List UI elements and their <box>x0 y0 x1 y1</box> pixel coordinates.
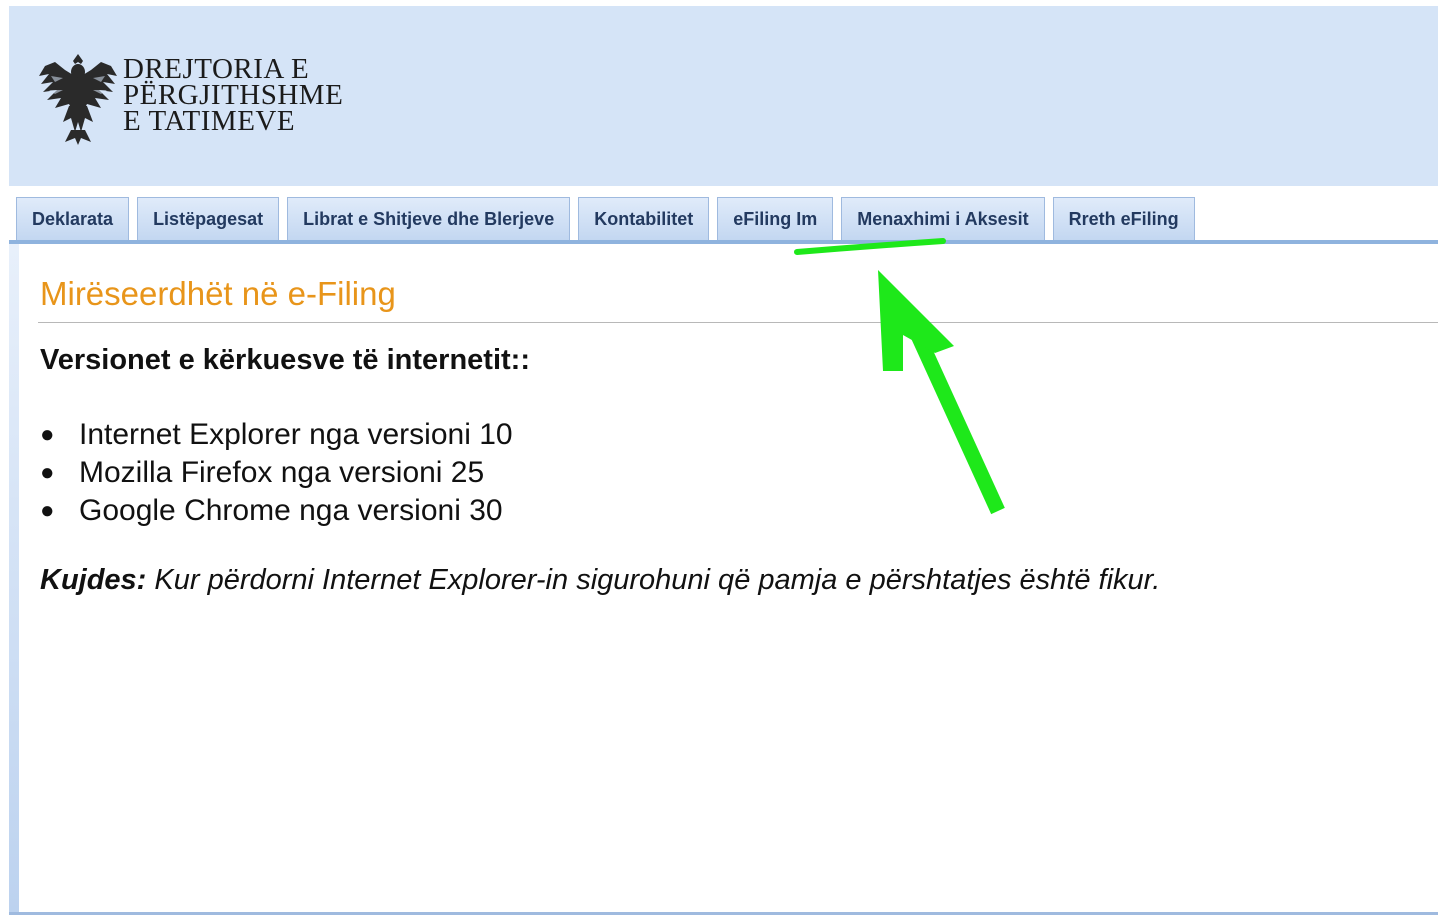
site-header: DREJTORIA E PËRGJITHSHME E TATIMEVE <box>9 6 1438 186</box>
dpt-logo[interactable]: DREJTORIA E PËRGJITHSHME E TATIMEVE <box>35 52 343 146</box>
tab-listepagesat[interactable]: Listëpagesat <box>137 197 280 240</box>
logo-text: DREJTORIA E PËRGJITHSHME E TATIMEVE <box>123 55 343 137</box>
main-navigation: Deklarata Listëpagesat Librat e Shitjeve… <box>9 186 1438 244</box>
tab-kontabilitet[interactable]: Kontabilitet <box>578 197 710 240</box>
bullet-icon: ● <box>40 497 55 524</box>
double-headed-eagle-icon <box>39 54 117 145</box>
tab-efiling-im[interactable]: eFiling Im <box>717 197 834 240</box>
logo-line-3: E TATIMEVE <box>123 105 296 137</box>
browser-versions-heading: Versionet e kërkuesve të internetit:: <box>40 344 530 376</box>
note-label: Kujdes: <box>40 564 147 596</box>
browser-list: ● Internet Explorer nga versioni 10 ● Mo… <box>40 416 513 530</box>
browser-version-text: Google Chrome nga versioni 30 <box>79 494 503 527</box>
browser-version-text: Internet Explorer nga versioni 10 <box>79 418 513 451</box>
bullet-icon: ● <box>40 459 55 486</box>
page-title: Mirëseerdhët në e-Filing <box>40 275 396 312</box>
panel-side-border <box>9 244 19 915</box>
title-divider <box>38 322 1438 323</box>
browser-version-text: Mozilla Firefox nga versioni 25 <box>79 456 485 489</box>
tab-menaxhimi-i-aksesit[interactable]: Menaxhimi i Aksesit <box>841 197 1045 240</box>
nav-tabs: Deklarata Listëpagesat Librat e Shitjeve… <box>16 197 1203 240</box>
bullet-icon: ● <box>40 421 55 448</box>
compatibility-note: Kujdes: Kur përdorni Internet Explorer-i… <box>40 564 1160 597</box>
tab-librat-e-shitjeve[interactable]: Librat e Shitjeve dhe Blerjeve <box>287 197 571 240</box>
list-item: ● Google Chrome nga versioni 30 <box>40 492 513 530</box>
note-text: Kur përdorni Internet Explorer-in siguro… <box>146 564 1161 596</box>
list-item: ● Internet Explorer nga versioni 10 <box>40 416 513 454</box>
tab-deklarata[interactable]: Deklarata <box>16 197 130 240</box>
list-item: ● Mozilla Firefox nga versioni 25 <box>40 454 513 492</box>
content-panel: Mirëseerdhët në e-Filing Versionet e kër… <box>9 244 1438 915</box>
tab-rreth-efiling[interactable]: Rreth eFiling <box>1052 197 1195 240</box>
